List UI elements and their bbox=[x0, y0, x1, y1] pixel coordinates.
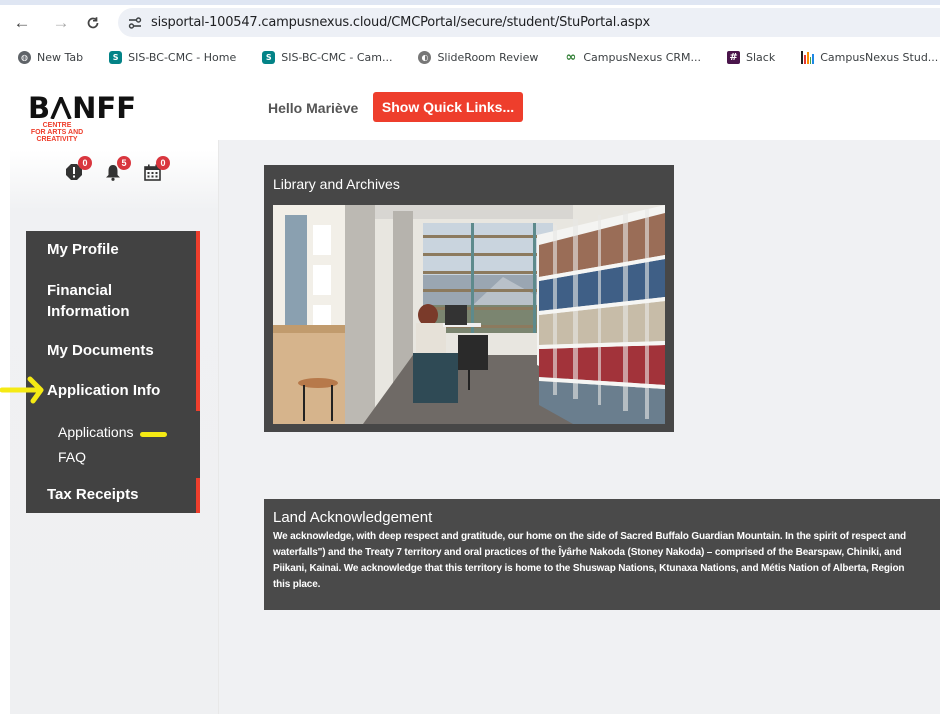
menu-item-application-info[interactable]: Application Info bbox=[26, 371, 200, 411]
land-acknowledgement-text: We acknowledge, with deep respect and gr… bbox=[273, 529, 940, 593]
library-card: Library and Archives bbox=[264, 165, 674, 432]
bookmark-campusnexus-crm[interactable]: ∞ CampusNexus CRM... bbox=[546, 45, 709, 69]
reload-button[interactable] bbox=[81, 11, 105, 35]
annotation-arrow-icon bbox=[0, 376, 44, 404]
land-acknowledgement-title: Land Acknowledgement bbox=[273, 509, 433, 526]
menu-item-my-documents[interactable]: My Documents bbox=[26, 331, 200, 371]
menu-item-tax-receipts[interactable]: Tax Receipts bbox=[26, 478, 200, 513]
bookmark-sis-home[interactable]: S SIS-BC-CMC - Home bbox=[91, 45, 244, 69]
bookmark-label: CampusNexus Stud... bbox=[820, 50, 939, 64]
submenu-item-applications[interactable]: Applications bbox=[58, 420, 196, 445]
library-card-title: Library and Archives bbox=[273, 176, 400, 192]
logo-subtitle-line: FOR ARTS AND bbox=[30, 129, 84, 136]
bar-chart-icon bbox=[801, 50, 815, 64]
logo-wordmark: B NFF bbox=[28, 91, 136, 125]
tune-icon bbox=[128, 16, 142, 29]
logo-a-glyph bbox=[50, 93, 72, 120]
bookmark-slack[interactable]: # Slack bbox=[709, 45, 783, 69]
land-acknowledgement-card: Land Acknowledgement We acknowledge, wit… bbox=[264, 499, 940, 610]
slideroom-icon: ◐ bbox=[418, 50, 432, 64]
bookmark-slideroom[interactable]: ◐ SlideRoom Review bbox=[400, 45, 546, 69]
greeting-text: Hello Mariève bbox=[268, 100, 359, 116]
alerts-button[interactable]: 0 bbox=[66, 156, 92, 182]
alerts-count-badge: 0 bbox=[78, 156, 92, 170]
sidebar-menu: My Profile Financial Information My Docu… bbox=[26, 231, 200, 513]
bookmark-sis-cam[interactable]: S SIS-BC-CMC - Cam... bbox=[244, 45, 400, 69]
site-info-button[interactable] bbox=[124, 12, 146, 34]
slack-icon: # bbox=[727, 50, 741, 64]
reload-icon bbox=[87, 17, 99, 29]
forward-button[interactable]: → bbox=[49, 11, 73, 35]
land-text-line: this place. bbox=[273, 579, 321, 590]
notifications-button[interactable]: 5 bbox=[105, 156, 131, 182]
bookmark-label: SIS-BC-CMC - Home bbox=[128, 50, 237, 64]
bookmark-label: SIS-BC-CMC - Cam... bbox=[281, 50, 393, 64]
alerts-bar: 0 5 0 bbox=[66, 156, 170, 182]
sharepoint-icon: S bbox=[109, 50, 123, 64]
logo-subtitle-line: CREATIVITY bbox=[36, 136, 78, 143]
menu-item-my-profile[interactable]: My Profile bbox=[26, 231, 200, 271]
bookmark-label: New Tab bbox=[37, 50, 84, 64]
globe-icon: ◍ bbox=[18, 50, 31, 64]
bookmark-label: SlideRoom Review bbox=[437, 50, 539, 64]
url-text[interactable]: sisportal-100547.campusnexus.cloud/CMCPo… bbox=[151, 15, 650, 30]
application-info-submenu: Applications FAQ bbox=[26, 411, 200, 478]
back-button[interactable]: ← bbox=[10, 11, 34, 35]
sharepoint-icon: S bbox=[262, 50, 276, 64]
notifications-count-badge: 5 bbox=[117, 156, 131, 170]
land-text-line: We acknowledge, with deep respect and gr… bbox=[273, 531, 906, 542]
address-bar[interactable]: sisportal-100547.campusnexus.cloud/CMCPo… bbox=[118, 8, 940, 37]
portal-page: B NFF CENTRE FOR ARTS AND CREATIVITY 0 5 … bbox=[0, 70, 940, 714]
menu-item-financial-information[interactable]: Financial Information bbox=[26, 271, 200, 331]
calendar-button[interactable]: 0 bbox=[144, 156, 170, 182]
campusnexus-crm-icon: ∞ bbox=[565, 49, 577, 65]
bookmark-label: CampusNexus CRM... bbox=[583, 50, 702, 64]
calendar-count-badge: 0 bbox=[156, 156, 170, 170]
bookmark-label: Slack bbox=[746, 50, 776, 64]
submenu-item-faq[interactable]: FAQ bbox=[58, 445, 196, 470]
land-text-line: waterfalls") and the Treaty 7 territory … bbox=[273, 547, 902, 558]
menu-item-label: Financial Information bbox=[47, 282, 130, 320]
forward-arrow-icon: → bbox=[52, 13, 70, 32]
bookmark-new-tab[interactable]: ◍ New Tab bbox=[0, 45, 91, 69]
back-arrow-icon: ← bbox=[13, 13, 31, 32]
annotation-underline bbox=[140, 432, 167, 437]
library-photo-image bbox=[273, 205, 665, 424]
land-text-line: Piikani, Kainai. We acknowledge that thi… bbox=[273, 563, 905, 574]
browser-chrome: ← → sisportal-100547.campusnexus.cloud/C… bbox=[0, 0, 940, 70]
logo-subtitle: CENTRE FOR ARTS AND CREATIVITY bbox=[28, 122, 86, 143]
tab-strip-edge bbox=[0, 0, 940, 5]
bookmark-campusnexus-stud[interactable]: CampusNexus Stud... bbox=[783, 45, 940, 69]
show-quick-links-button[interactable]: Show Quick Links... bbox=[373, 92, 523, 122]
bookmarks-bar: ◍ New Tab S SIS-BC-CMC - Home S SIS-BC-C… bbox=[0, 44, 940, 70]
library-photo[interactable] bbox=[273, 205, 665, 424]
banff-logo[interactable]: B NFF CENTRE FOR ARTS AND CREATIVITY bbox=[28, 91, 136, 143]
